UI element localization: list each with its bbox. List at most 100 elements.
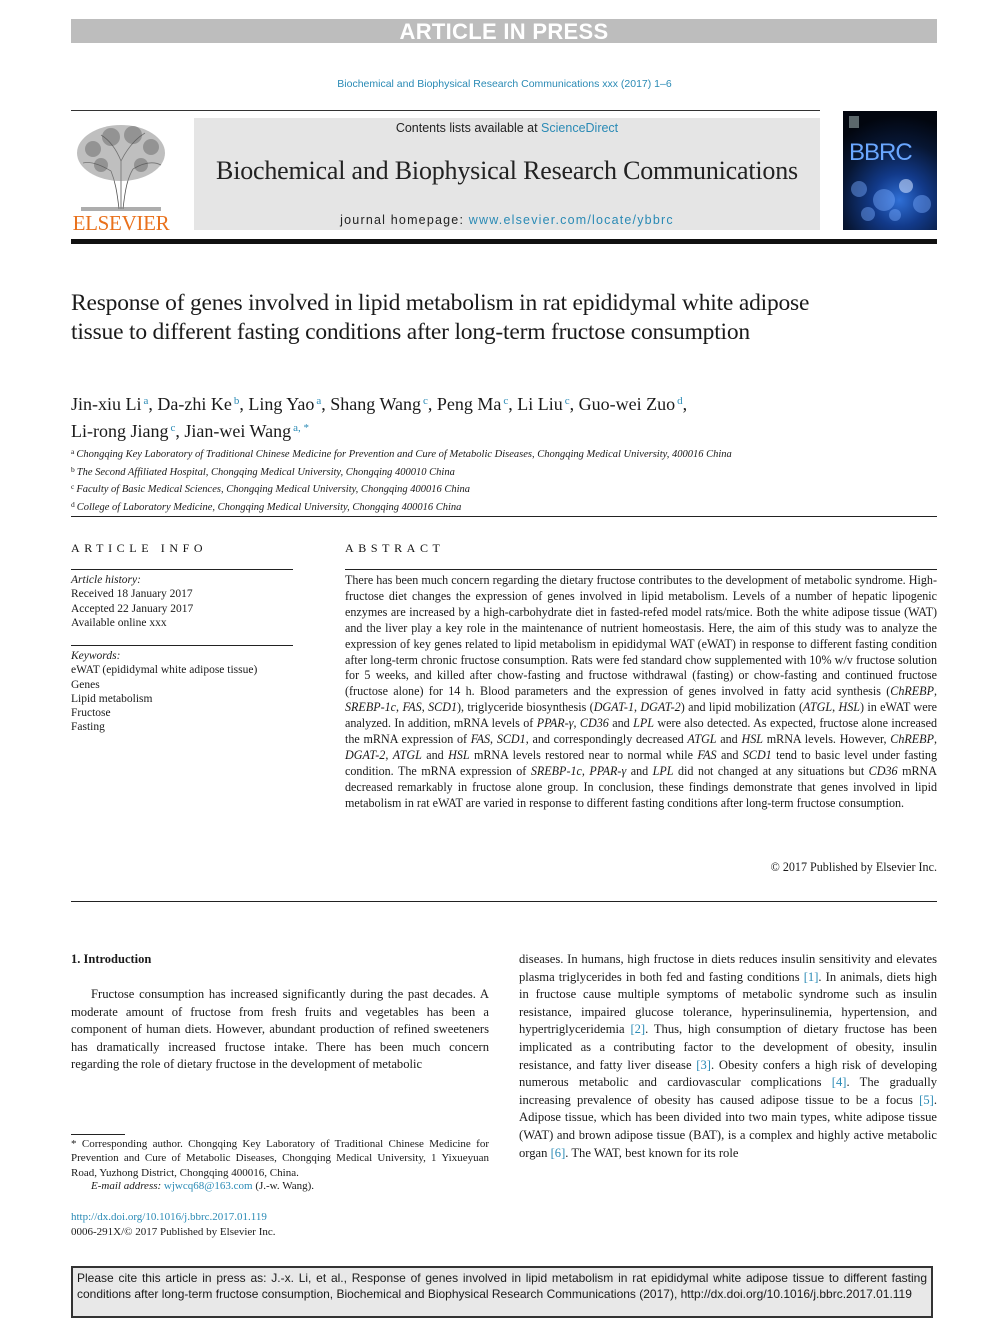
history-accepted: Accepted 22 January 2017 — [71, 602, 194, 615]
author-name[interactable]: Peng Ma — [437, 394, 502, 414]
journal-reference-link[interactable]: Biochemical and Biophysical Research Com… — [0, 78, 992, 90]
abstract-segment: , — [490, 732, 497, 747]
email-suffix: (J.-w. Wang). — [252, 1180, 315, 1192]
gene-name: PPAR-γ — [589, 763, 627, 778]
affiliation-key: d — [71, 499, 75, 509]
affiliation-text: The Second Affiliated Hospital, Chongqin… — [76, 466, 455, 478]
gene-name: HSL — [838, 700, 861, 715]
gene-name: FAS — [697, 747, 717, 762]
citation-box: Please cite this article in press as: J.… — [71, 1266, 933, 1318]
reference-link[interactable]: [6] — [551, 1146, 566, 1160]
gene-name: CD36 — [579, 716, 609, 731]
abstract-segment: and — [608, 716, 634, 731]
header-rule-bottom — [71, 239, 937, 244]
author[interactable]: Li Liu c — [517, 394, 569, 414]
gene-name: ATGL — [802, 700, 833, 715]
cover-bokeh — [873, 189, 895, 211]
article-info-rule — [71, 569, 293, 570]
author-name[interactable]: Li-rong Jiang — [71, 421, 168, 441]
reference-link[interactable]: [3] — [696, 1058, 711, 1072]
reference-link[interactable]: [4] — [832, 1075, 847, 1089]
article-history: Article history: Received 18 January 201… — [71, 573, 293, 630]
author-name[interactable]: Shang Wang — [330, 394, 421, 414]
affiliation-key: b — [71, 464, 75, 474]
author[interactable]: Shang Wang c — [330, 394, 428, 414]
cover-bokeh — [851, 181, 867, 197]
affiliation-marker[interactable]: c — [170, 422, 175, 434]
author[interactable]: Guo-wei Zuo d — [579, 394, 683, 414]
journal-cover-image[interactable]: BBRC — [843, 111, 937, 230]
keyword: eWAT (epididymal white adipose tissue) — [71, 664, 258, 677]
affiliation-marker[interactable]: d — [677, 395, 683, 407]
affiliation-marker[interactable]: a — [144, 395, 149, 407]
email-link[interactable]: wjwcq68@163.com — [164, 1180, 253, 1192]
cover-bokeh — [861, 207, 875, 221]
gene-name: SCD1 — [428, 700, 457, 715]
gene-name: HSL — [448, 747, 470, 762]
reference-link[interactable]: [2] — [630, 1022, 645, 1036]
reference-link[interactable]: [5] — [919, 1093, 934, 1107]
author[interactable]: Da-zhi Ke b — [157, 394, 239, 414]
cover-publisher-mark-icon — [849, 116, 859, 128]
author-name[interactable]: Da-zhi Ke — [157, 394, 231, 414]
keyword: Fructose — [71, 707, 111, 720]
abstract-heading: ABSTRACT — [345, 541, 445, 555]
gene-name: DGAT-2 — [345, 747, 386, 762]
affiliation-text: College of Laboratory Medicine, Chongqin… — [76, 501, 462, 513]
gene-name: FAS — [402, 700, 422, 715]
gene-name: LPL — [633, 716, 654, 731]
author-name[interactable]: Li Liu — [517, 394, 563, 414]
intro-paragraph-right: diseases. In humans, high fructose in di… — [519, 951, 937, 1162]
abstract-segment: ) and lipid mobilization ( — [680, 700, 803, 715]
article-in-press-banner: ARTICLE IN PRESS — [71, 19, 937, 44]
affiliation-marker[interactable]: a, * — [293, 422, 309, 434]
article-title: Response of genes involved in lipid meta… — [71, 290, 810, 345]
email-label: E-mail address: — [91, 1180, 164, 1192]
cover-title: BBRC — [849, 139, 913, 166]
gene-name: HSL — [741, 732, 763, 747]
homepage-prefix: journal homepage: — [340, 213, 469, 227]
affiliation-marker[interactable]: b — [234, 395, 240, 407]
homepage-line: journal homepage: www.elsevier.com/locat… — [194, 213, 820, 227]
affiliation-marker[interactable]: c — [423, 395, 428, 407]
contents-line: Contents lists available at ScienceDirec… — [194, 121, 820, 135]
author[interactable]: Li-rong Jiang c — [71, 421, 175, 441]
sciencedirect-link[interactable]: ScienceDirect — [541, 121, 618, 135]
author-name[interactable]: Guo-wei Zuo — [579, 394, 675, 414]
intro-segment: . The WAT, best known for its role — [565, 1145, 739, 1160]
affiliation-c: c Faculty of Basic Medical Sciences, Chon… — [71, 480, 851, 498]
abstract-segment: mRNA levels restored near to normal whil… — [469, 747, 698, 762]
cover-bokeh — [913, 195, 931, 213]
affiliation-d: d College of Laboratory Medicine, Chongqi… — [71, 498, 851, 516]
affiliation-marker[interactable]: c — [503, 395, 508, 407]
abstract-segment: , and correspondingly decreased — [525, 732, 688, 747]
author[interactable]: Peng Ma c — [437, 394, 508, 414]
author-name[interactable]: Ling Yao — [248, 394, 314, 414]
author-name[interactable]: Jian-wei Wang — [184, 421, 291, 441]
cover-bokeh — [889, 209, 901, 221]
keyword: Genes — [71, 678, 100, 691]
keywords: Keywords: eWAT (epididymal white adipose… — [71, 649, 293, 735]
history-received: Received 18 January 2017 — [71, 588, 193, 601]
affiliation-marker[interactable]: c — [565, 395, 570, 407]
article-info-heading: ARTICLE INFO — [71, 541, 208, 555]
gene-name: ATGL — [392, 747, 422, 762]
abstract-copyright: © 2017 Published by Elsevier Inc. — [770, 860, 937, 874]
introduction-heading: 1. Introduction — [71, 952, 152, 966]
author[interactable]: Jin-xiu Li a — [71, 394, 148, 414]
journal-homepage-link[interactable]: www.elsevier.com/locate/ybbrc — [469, 213, 674, 227]
affiliations: a Chongqing Key Laboratory of Traditional… — [71, 445, 851, 515]
elsevier-wordmark[interactable]: ELSEVIER — [71, 211, 171, 236]
contents-prefix: Contents lists available at — [395, 121, 542, 135]
reference-link[interactable]: [1] — [804, 970, 819, 984]
author[interactable]: Ling Yao a — [248, 394, 321, 414]
author-name[interactable]: Jin-xiu Li — [71, 394, 142, 414]
affiliation-a: a Chongqing Key Laboratory of Traditional… — [71, 445, 851, 463]
footnote-rule — [71, 1134, 125, 1135]
gene-name: ChREBP — [890, 732, 934, 747]
author[interactable]: Jian-wei Wang a, * — [184, 421, 309, 441]
affiliation-text: Faculty of Basic Medical Sciences, Chong… — [76, 484, 471, 495]
doi-link[interactable]: http://dx.doi.org/10.1016/j.bbrc.2017.01… — [71, 1211, 267, 1223]
affiliation-marker[interactable]: a — [316, 395, 321, 407]
article-info-rule — [71, 645, 293, 646]
